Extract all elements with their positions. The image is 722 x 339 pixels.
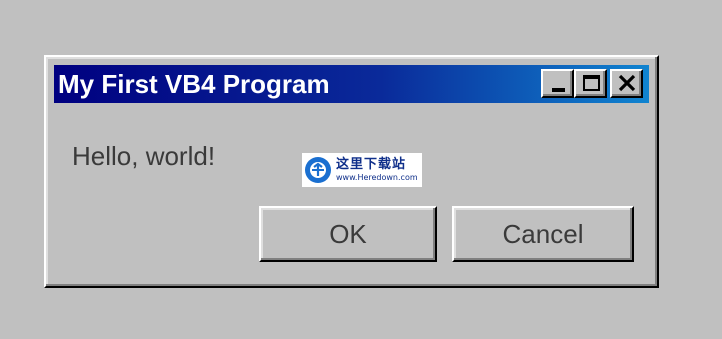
watermark-brand: 这里下载站 [336, 157, 407, 172]
window-controls [541, 69, 643, 98]
message-label: Hello, world! [72, 141, 216, 171]
window-title: My First VB4 Program [58, 68, 330, 99]
title-bar[interactable]: My First VB4 Program [54, 65, 649, 103]
maximize-icon [583, 75, 600, 91]
watermark: 这里下载站 www.Heredown.com [286, 153, 434, 189]
watermark-panel: 这里下载站 www.Heredown.com [302, 153, 422, 187]
cancel-button[interactable]: Cancel [452, 206, 634, 262]
minimize-icon [552, 88, 565, 92]
watermark-url: www.Heredown.com [336, 173, 418, 182]
watermark-text: 这里下载站 www.Heredown.com [336, 158, 418, 182]
minimize-button[interactable] [541, 69, 574, 98]
maximize-button[interactable] [574, 69, 607, 98]
close-icon [618, 74, 636, 92]
heredown-logo-icon [305, 157, 331, 183]
close-button[interactable] [610, 69, 643, 98]
ok-button[interactable]: OK [259, 206, 437, 262]
desktop: My First VB4 Program Hello, world! OK Ca… [0, 0, 722, 339]
